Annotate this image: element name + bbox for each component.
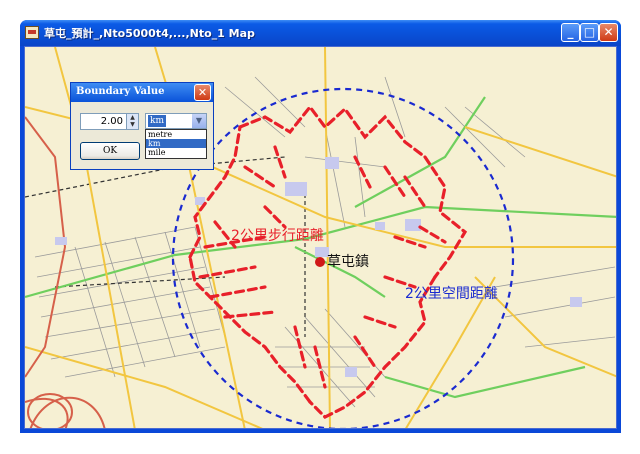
walk-distance-label: 2公里步行距離 [231,228,324,244]
title-bar[interactable]: 草屯_預計_,Nto5000t4,...,Nto_1 Map _ □ ✕ [20,20,621,46]
chevron-down-icon[interactable]: ▼ [192,114,206,128]
boundary-value-dialog: Boundary Value ✕ 2.00 ▲ ▼ km ▼ metre km … [70,82,214,170]
ok-button[interactable]: OK [80,142,140,160]
unit-dropdown-list: metre km mile [145,129,207,159]
unit-option-metre[interactable]: metre [146,130,206,139]
boundary-value-input[interactable]: 2.00 [80,113,127,130]
town-name: 草屯鎮 [327,254,369,270]
unit-select[interactable]: km ▼ [145,113,207,129]
spin-up-icon[interactable]: ▲ [127,114,138,121]
space-distance-label: 2公里空間距離 [405,286,498,302]
value-spinner[interactable]: ▲ ▼ [127,113,139,130]
town-label: 草屯鎮 [315,251,369,271]
dialog-title: Boundary Value [76,86,165,97]
minimize-button[interactable]: _ [561,23,580,42]
rail-lines [25,156,306,337]
window-title: 草屯_預計_,Nto5000t4,...,Nto_1 Map [44,27,255,40]
dialog-close-button[interactable]: ✕ [194,84,211,101]
close-button[interactable]: ✕ [599,23,618,42]
unit-option-km[interactable]: km [146,139,206,148]
town-marker-icon [315,257,325,267]
unit-option-mile[interactable]: mile [146,148,206,157]
maximize-button[interactable]: □ [580,23,599,42]
spin-down-icon[interactable]: ▼ [127,121,138,128]
map-app-icon [25,26,39,39]
dialog-title-bar[interactable]: Boundary Value ✕ [71,83,213,102]
unit-select-value: km [148,115,166,127]
